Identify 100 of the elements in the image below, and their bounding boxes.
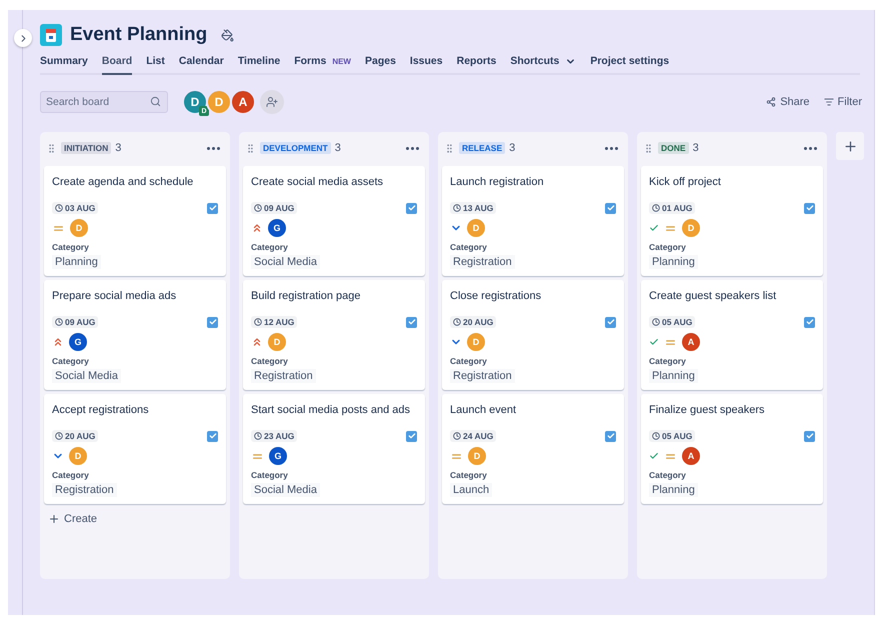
checkbox[interactable] (804, 430, 815, 442)
category-tag: Social Media (52, 369, 121, 383)
category-tag: Social Media (251, 483, 320, 497)
card-title: Create agenda and schedule (52, 175, 194, 190)
task-card[interactable]: Create agenda and schedule 03 AUG D Category Planning (44, 166, 226, 276)
task-card[interactable]: Kick off project 01 AUG D Category Planning (641, 166, 823, 276)
field-label: Category (251, 356, 289, 366)
checkbox[interactable] (406, 202, 417, 214)
plus-icon (842, 138, 858, 154)
nav-tab[interactable]: Forms NEW (294, 52, 351, 75)
nav-tab[interactable]: List (146, 52, 165, 75)
clock-icon (652, 432, 660, 440)
clock-icon (453, 432, 461, 440)
nav-tab[interactable]: Shortcuts (510, 52, 576, 75)
search-field[interactable]: Search board (40, 91, 168, 113)
task-card[interactable]: Build registration page 12 AUG D Category Registration (243, 280, 425, 390)
due-date: 23 AUG (251, 430, 298, 442)
column-status: RELEASE (459, 142, 506, 154)
clock-icon (254, 318, 262, 326)
high-priority-icon (251, 336, 263, 348)
nav-tab[interactable]: Reports (456, 52, 496, 75)
clock-icon (652, 318, 660, 326)
assignee-avatar[interactable]: G (268, 219, 286, 237)
clock-icon (453, 204, 461, 212)
expand-sidebar-button[interactable] (14, 29, 32, 47)
add-person-icon (266, 96, 278, 108)
due-date: 20 AUG (450, 316, 496, 328)
category-tag: Registration (52, 483, 117, 497)
share-icon (766, 97, 776, 107)
nav-tab[interactable]: Summary (40, 52, 88, 75)
checkbox[interactable] (605, 202, 616, 214)
project-icon (40, 24, 62, 46)
due-date: 20 AUG (52, 430, 98, 442)
task-card[interactable]: Finalize guest speakers 05 AUG A Category Planning (641, 394, 823, 504)
issue-count: 3 (509, 142, 516, 154)
checkbox[interactable] (406, 430, 417, 442)
category-tag: Planning (649, 255, 698, 269)
field-label: Category (52, 242, 90, 252)
field-label: Category (52, 470, 90, 480)
card-title: Launch event (450, 403, 518, 418)
add-people-button[interactable] (260, 90, 284, 114)
checkbox[interactable] (207, 316, 218, 328)
issue-count: 3 (334, 142, 341, 154)
task-card[interactable]: Launch event 24 AUG D Category Launch (442, 394, 624, 504)
field-label: Category (649, 470, 687, 480)
task-card[interactable]: Accept registrations 20 AUG D Category Registration (44, 394, 226, 504)
card-title: Create guest speakers list (649, 289, 778, 304)
clock-icon (652, 204, 660, 212)
clock-icon (55, 204, 63, 212)
checkbox[interactable] (406, 316, 417, 328)
checkbox[interactable] (207, 430, 218, 442)
assignee-avatar[interactable]: A (682, 333, 700, 351)
category-tag: Registration (251, 369, 316, 383)
add-column-button[interactable] (836, 132, 864, 160)
category-tag: Social Media (251, 255, 320, 269)
drag-handle-icon[interactable] (245, 142, 256, 154)
category-tag: Planning (52, 255, 101, 269)
filter-button[interactable]: Filter (824, 96, 862, 108)
more-icon (207, 146, 220, 150)
task-card[interactable]: Launch registration 13 AUG D Category Registration (442, 166, 624, 276)
nav-tab[interactable]: Calendar (178, 52, 224, 75)
create-button[interactable]: Create (44, 508, 226, 530)
assignee-avatar[interactable]: A (682, 447, 700, 465)
due-date: 05 AUG (649, 316, 696, 328)
issue-count: 3 (115, 142, 122, 154)
checkbox[interactable] (207, 202, 218, 214)
search-icon (150, 96, 161, 107)
checkbox[interactable] (804, 316, 815, 328)
paint-bucket-icon[interactable] (221, 28, 234, 42)
task-card[interactable]: Create social media assets 09 AUG G Category Social Media (243, 166, 425, 276)
task-card[interactable]: Close registrations 20 AUG D Category Registration (442, 280, 624, 390)
clock-icon (55, 318, 63, 326)
checkbox[interactable] (605, 430, 616, 442)
clock-icon (453, 318, 461, 326)
nav-tab[interactable]: Project settings (590, 52, 670, 75)
member-avatar[interactable]: A (230, 89, 256, 115)
card-title: Close registrations (450, 289, 542, 304)
category-tag: Planning (649, 369, 698, 383)
nav-tab[interactable]: Board (102, 52, 132, 75)
nav-tab[interactable]: Pages (364, 52, 396, 75)
new-label: NEW (332, 56, 351, 66)
card-title: Launch registration (450, 175, 545, 190)
field-label: Category (251, 470, 289, 480)
drag-handle-icon[interactable] (643, 142, 654, 154)
share-button[interactable]: Share (766, 96, 810, 108)
task-card[interactable]: Create guest speakers list 05 AUG A Category Planning (641, 280, 823, 390)
nav-tab[interactable]: Issues (410, 52, 443, 75)
assignee-avatar[interactable]: G (69, 333, 87, 351)
nav-tab[interactable]: Timeline (238, 52, 280, 75)
column-status: DONE (658, 142, 689, 154)
assignee-avatar[interactable]: G (269, 447, 287, 465)
checkbox[interactable] (804, 202, 815, 214)
task-card[interactable]: Prepare social media ads 09 AUG G Category Social Media (44, 280, 226, 390)
high-priority-icon (251, 222, 263, 234)
drag-handle-icon[interactable] (444, 142, 455, 154)
more-icon (406, 146, 419, 150)
checkbox[interactable] (605, 316, 616, 328)
drag-handle-icon[interactable] (46, 142, 57, 154)
task-card[interactable]: Start social media posts and ads 23 AUG G Category Social Media (243, 394, 425, 504)
field-label: Category (450, 470, 488, 480)
